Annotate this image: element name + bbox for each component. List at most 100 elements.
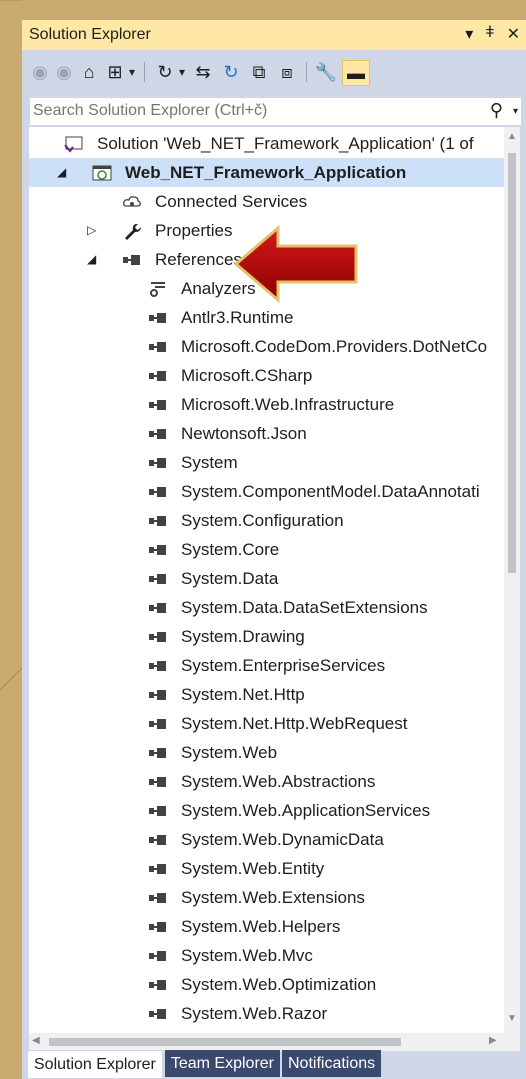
reference-icon xyxy=(147,510,169,532)
search-box: ⚲ ▾ xyxy=(29,97,522,126)
collapse-arrow-icon[interactable]: ◢ xyxy=(57,165,66,179)
tab-solution-explorer[interactable]: Solution Explorer xyxy=(27,1050,163,1079)
sync-with-document-icon[interactable]: ⇆ xyxy=(192,60,214,84)
reference-icon xyxy=(147,945,169,967)
reference-icon xyxy=(147,365,169,387)
reference-icon xyxy=(147,771,169,793)
tree-item[interactable]: System.Web.Razor xyxy=(29,999,504,1028)
collapse-all-icon[interactable]: ⧉ xyxy=(248,60,270,84)
tree-item[interactable]: Microsoft.Web.Infrastructure xyxy=(29,390,504,419)
reference-icon xyxy=(147,597,169,619)
search-icon[interactable]: ⚲ xyxy=(490,100,503,121)
forward-icon[interactable]: ◉ xyxy=(54,60,74,84)
tree-item[interactable]: ◢ Web_NET_Framework_Application xyxy=(29,158,504,187)
tree-item-label: System.Web.Optimization xyxy=(181,975,377,994)
tree-item[interactable]: System.Web xyxy=(29,738,504,767)
tree-item-label: Antlr3.Runtime xyxy=(181,308,294,327)
scroll-left-icon[interactable]: ◀ xyxy=(32,1035,40,1046)
home-icon[interactable]: ⌂ xyxy=(78,60,100,84)
tree-item[interactable]: Antlr3.Runtime xyxy=(29,303,504,332)
tree-item-label: System.Net.Http.WebRequest xyxy=(181,714,408,733)
tree-item[interactable]: System.Configuration xyxy=(29,506,504,535)
reference-icon xyxy=(147,1003,169,1025)
tree-item[interactable]: System xyxy=(29,448,504,477)
search-input[interactable] xyxy=(30,98,463,123)
tree-item-label: References xyxy=(155,250,242,269)
tree-item-label: System.Web.Helpers xyxy=(181,917,341,936)
auto-hide-pin-button[interactable]: ǂ xyxy=(485,24,494,44)
back-icon[interactable]: ◉ xyxy=(30,60,50,84)
tree-item-label: Properties xyxy=(155,221,233,240)
expand-arrow-icon[interactable]: ▷ xyxy=(87,223,96,237)
tree-item[interactable]: System.Web.Mvc xyxy=(29,941,504,970)
vertical-scrollbar[interactable]: ▲ ▼ xyxy=(504,127,520,1033)
horizontal-scroll-thumb[interactable] xyxy=(49,1038,401,1046)
scroll-up-icon[interactable]: ▲ xyxy=(507,131,517,142)
tree-item[interactable]: System.Data xyxy=(29,564,504,593)
reference-icon xyxy=(147,626,169,648)
tree-item[interactable]: System.ComponentModel.DataAnnotati xyxy=(29,477,504,506)
horizontal-scrollbar[interactable]: ◀ ▶ xyxy=(29,1033,504,1051)
tree-item-label: System.Net.Http xyxy=(181,685,305,704)
scroll-down-icon[interactable]: ▼ xyxy=(507,1013,517,1024)
reference-icon xyxy=(147,887,169,909)
filter-dropdown-icon[interactable]: ▾ xyxy=(176,60,188,84)
tree-item[interactable]: Solution 'Web_NET_Framework_Application'… xyxy=(29,129,504,158)
tree-item-label: System.Web.Entity xyxy=(181,859,325,878)
pending-changes-filter-icon[interactable]: ↻ xyxy=(154,60,176,84)
tree-item-label: System.Web.ApplicationServices xyxy=(181,801,431,820)
tree-item[interactable]: System.Web.Abstractions xyxy=(29,767,504,796)
tree-item[interactable]: System.Web.DynamicData xyxy=(29,825,504,854)
window-position-button[interactable]: ▾ xyxy=(465,24,473,44)
tree-item[interactable]: System.EnterpriseServices xyxy=(29,651,504,680)
tree-item-label: System.Data xyxy=(181,569,279,588)
reference-icon xyxy=(147,336,169,358)
tab-notifications[interactable]: Notifications xyxy=(282,1050,382,1077)
tree-item-label: System.Data.DataSetExtensions xyxy=(181,598,428,617)
preview-selected-items-icon[interactable]: ▬ xyxy=(342,60,370,86)
tree-item-label: System.Web.Razor xyxy=(181,1004,328,1023)
tree-item-label: System xyxy=(181,453,238,472)
tree-item[interactable]: System.Net.Http xyxy=(29,680,504,709)
reference-icon xyxy=(147,539,169,561)
tree-item[interactable]: System.Data.DataSetExtensions xyxy=(29,593,504,622)
reference-icon xyxy=(147,481,169,503)
tree-item[interactable]: Connected Services xyxy=(29,187,504,216)
tree-item[interactable]: Microsoft.CodeDom.Providers.DotNetCo xyxy=(29,332,504,361)
tree-item[interactable]: System.Web.Entity xyxy=(29,854,504,883)
tree-item[interactable]: System.Web.Optimization xyxy=(29,970,504,999)
tree-item[interactable]: System.Web.Extensions xyxy=(29,883,504,912)
reference-icon xyxy=(147,307,169,329)
tab-team-explorer[interactable]: Team Explorer xyxy=(164,1050,280,1077)
tree-item[interactable]: System.Drawing xyxy=(29,622,504,651)
panel-title: Solution Explorer xyxy=(29,26,151,43)
reference-icon xyxy=(147,974,169,996)
tree-item[interactable]: System.Web.Helpers xyxy=(29,912,504,941)
tree-item-label: System.Web.Extensions xyxy=(181,888,365,907)
connected-services-icon xyxy=(121,191,143,213)
refresh-icon[interactable]: ↻ xyxy=(220,60,242,84)
tree-item-label: System.Web xyxy=(181,743,278,762)
switch-views-dropdown-icon[interactable]: ▾ xyxy=(126,60,138,84)
close-button[interactable]: ✕ xyxy=(507,24,520,44)
tree-item[interactable]: System.Web.ApplicationServices xyxy=(29,796,504,825)
search-options-dropdown-icon[interactable]: ▾ xyxy=(513,106,518,117)
collapse-arrow-icon[interactable]: ◢ xyxy=(87,252,96,266)
reference-icon xyxy=(147,800,169,822)
properties-wrench-icon[interactable]: 🔧 xyxy=(314,60,338,84)
reference-icon xyxy=(147,394,169,416)
reference-icon xyxy=(121,249,143,271)
title-bar: Solution Explorer ▾ ǂ ✕ xyxy=(22,20,526,50)
tree-item-label: Newtonsoft.Json xyxy=(181,424,307,443)
tree-item[interactable]: Microsoft.CSharp xyxy=(29,361,504,390)
show-all-files-icon[interactable]: ⧈ xyxy=(276,60,298,84)
title-buttons: ▾ ǂ ✕ xyxy=(465,24,520,44)
vertical-scroll-thumb[interactable] xyxy=(508,153,516,573)
tree-item[interactable]: Newtonsoft.Json xyxy=(29,419,504,448)
tree-item-label: System.Web.Abstractions xyxy=(181,772,376,791)
tree-item[interactable]: System.Net.Http.WebRequest xyxy=(29,709,504,738)
switch-views-icon[interactable]: ⊞ xyxy=(104,60,126,84)
tree-item[interactable]: System.Core xyxy=(29,535,504,564)
reference-icon xyxy=(147,452,169,474)
scroll-right-icon[interactable]: ▶ xyxy=(489,1035,497,1046)
